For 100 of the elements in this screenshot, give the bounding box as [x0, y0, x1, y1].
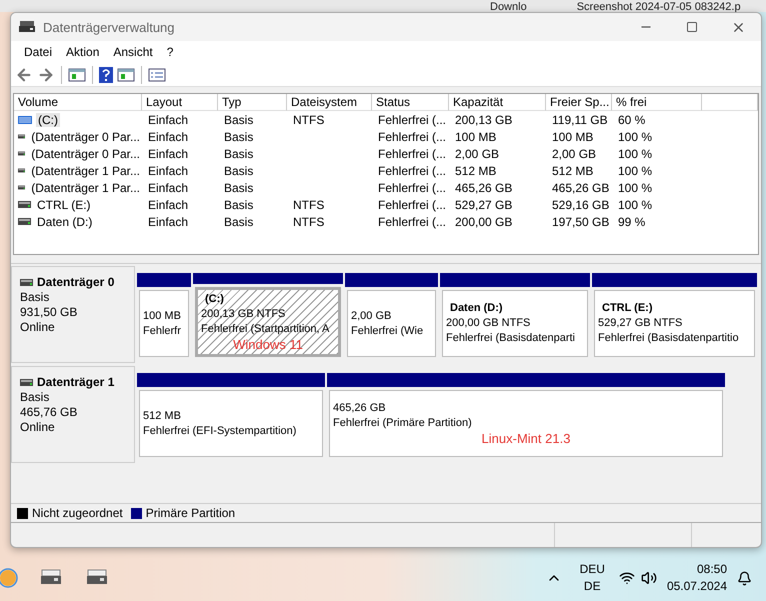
table-cell-text: 100 %	[617, 164, 654, 178]
column-header[interactable]: Volume	[14, 94, 142, 111]
table-cell-text: NTFS	[292, 198, 326, 212]
partition-block[interactable]: 2,00 GB Fehlerfrei (Wie	[347, 290, 436, 357]
table-cell-text: 100 %	[617, 198, 654, 212]
table-cell-text: 465,26 GB	[551, 180, 610, 194]
background-window-text: Screenshot 2024-07-05 083242.p	[576, 2, 741, 12]
disk-type: Basis	[20, 290, 50, 305]
table-cell-text: 100 %	[617, 130, 654, 144]
table-cell-text: 60 %	[617, 112, 646, 126]
partition-block[interactable]: Daten (D:) 200,00 GB NTFS Fehlerfrei (Basisdatenparti	[442, 290, 588, 357]
table-cell-text: Basis	[223, 130, 254, 144]
partition-block[interactable]: 100 MB Fehlerfr	[139, 290, 189, 357]
menu-item[interactable]: ?	[162, 43, 178, 61]
table-cell-text: 99 %	[617, 214, 646, 228]
forward-icon[interactable]	[37, 66, 55, 84]
column-header[interactable]: Typ	[218, 94, 287, 111]
maximize-icon[interactable]	[686, 21, 698, 33]
wifi-icon[interactable]	[618, 570, 635, 586]
column-header[interactable]: % frei	[612, 94, 702, 111]
partition-size: 200,00 GB NTFS	[446, 316, 532, 331]
checklist-icon[interactable]	[148, 68, 166, 82]
volume-icon	[18, 116, 32, 124]
menu-item[interactable]: Aktion	[61, 43, 104, 61]
table-cell-text: 200,00 GB	[454, 214, 514, 228]
column-header[interactable]: Freier Sp...	[546, 94, 612, 111]
panel-icon[interactable]	[117, 66, 135, 82]
partition-header	[137, 273, 191, 287]
table-cell-text: Einfach	[147, 164, 190, 178]
drive-label[interactable]: (Datenträger 0 Par...	[14, 146, 142, 160]
table-cell-text: Fehlerfrei (...	[377, 180, 448, 194]
table-cell-text: 100 MB	[454, 130, 498, 144]
table-cell-text: Fehlerfrei (...	[377, 198, 448, 212]
column-header[interactable]: Dateisystem	[287, 94, 372, 111]
drive-label[interactable]: (C:)	[14, 112, 142, 126]
table-cell-text: Basis	[223, 164, 254, 178]
partition-name: (C:)	[204, 292, 225, 307]
help-icon[interactable]	[99, 66, 113, 82]
disk-management-icon	[19, 20, 35, 34]
partition-size: 512 MB	[143, 408, 182, 424]
menu-item[interactable]: Datei	[19, 43, 58, 61]
disk-info-panel[interactable]: Datenträger 1 Basis 465,76 GB Online	[11, 366, 135, 463]
annotation-text: Windows 11	[232, 337, 304, 352]
partition-block[interactable]: 512 MB Fehlerfrei (EFI-Systempartition)	[139, 390, 323, 457]
volume-icon	[18, 201, 31, 208]
disk-info-panel[interactable]: Datenträger 0 Basis 931,50 GB Online	[11, 266, 135, 363]
drive-label[interactable]: Daten (D:)	[14, 214, 142, 228]
table-cell-text: Fehlerfrei (...	[377, 214, 448, 228]
back-icon[interactable]	[15, 66, 33, 84]
table-cell-text: Einfach	[147, 112, 190, 126]
volume-icon	[18, 133, 26, 140]
partition-name: Daten (D:)	[449, 301, 504, 316]
disk-state: Online	[20, 320, 56, 335]
table-cell-text: 100 MB	[551, 130, 594, 144]
legend-label: Nicht zugeordnet	[32, 506, 123, 520]
partition-size: 465,26 GB	[333, 401, 387, 416]
background-window-text: Downlo	[490, 2, 527, 12]
disk-size: 931,50 GB	[20, 305, 78, 320]
partition-block[interactable]: (C:) 200,13 GB NTFS Fehlerfrei (Startpartition, A Windows 11	[195, 287, 341, 357]
table-cell-text: Basis	[223, 214, 254, 228]
disk-name: Datenträger 1	[37, 375, 114, 390]
partition-status: Fehlerfrei (Startpartition, A	[201, 322, 330, 337]
table-cell-text: 512 MB	[551, 164, 594, 178]
column-header[interactable]: Status	[372, 94, 449, 111]
partition-size: 529,27 GB NTFS	[598, 316, 684, 331]
volume-icon	[18, 167, 26, 174]
column-header	[702, 94, 758, 111]
table-cell-text: 2,00 GB	[454, 146, 500, 160]
table-cell-text: 465,26 GB	[454, 180, 514, 194]
panel-icon[interactable]	[68, 66, 86, 82]
drive-label[interactable]: (Datenträger 1 Par...	[14, 164, 142, 178]
volume-icon	[18, 184, 26, 191]
menu-item[interactable]: Ansicht	[108, 43, 158, 61]
table-cell-text: NTFS	[292, 214, 326, 228]
disk-type: Basis	[20, 390, 50, 405]
table-cell-text: Fehlerfrei (...	[377, 164, 448, 178]
partition-block[interactable]: 465,26 GB Fehlerfrei (Primäre Partition) Linux-Mint 21.3	[329, 390, 723, 457]
legend-label: Primäre Partition	[146, 506, 236, 520]
table-cell-text: Basis	[223, 180, 254, 194]
partition-status: Fehlerfrei (Basisdatenpartitio	[598, 331, 740, 346]
table-cell-text: Einfach	[147, 180, 190, 194]
drive-label[interactable]: (Datenträger 0 Par...	[14, 130, 142, 144]
table-cell-text: 100 %	[617, 180, 654, 194]
table-cell-text: Fehlerfrei (...	[377, 112, 448, 126]
table-cell-text: Einfach	[147, 130, 190, 144]
table-cell-text: 529,27 GB	[454, 198, 514, 212]
table-cell-text: 2,00 GB	[551, 146, 598, 160]
language-indicator[interactable]: DEU DE	[580, 561, 605, 595]
volume-icon	[18, 150, 26, 157]
volume-icon[interactable]	[640, 570, 657, 586]
disk-state: Online	[20, 420, 56, 435]
drive-label[interactable]: (Datenträger 1 Par...	[14, 180, 142, 194]
partition-block[interactable]: CTRL (E:) 529,27 GB NTFS Fehlerfrei (Basisdatenpartitio	[594, 290, 755, 357]
column-header[interactable]: Kapazität	[449, 94, 546, 111]
column-header[interactable]: Layout	[142, 94, 218, 111]
partition-name: CTRL (E:)	[601, 301, 654, 316]
drive-label[interactable]: CTRL (E:)	[14, 198, 142, 212]
volume-icon	[18, 218, 31, 225]
clock[interactable]: 08:50 05.07.2024	[666, 561, 727, 595]
notification-icon[interactable]	[737, 570, 752, 586]
